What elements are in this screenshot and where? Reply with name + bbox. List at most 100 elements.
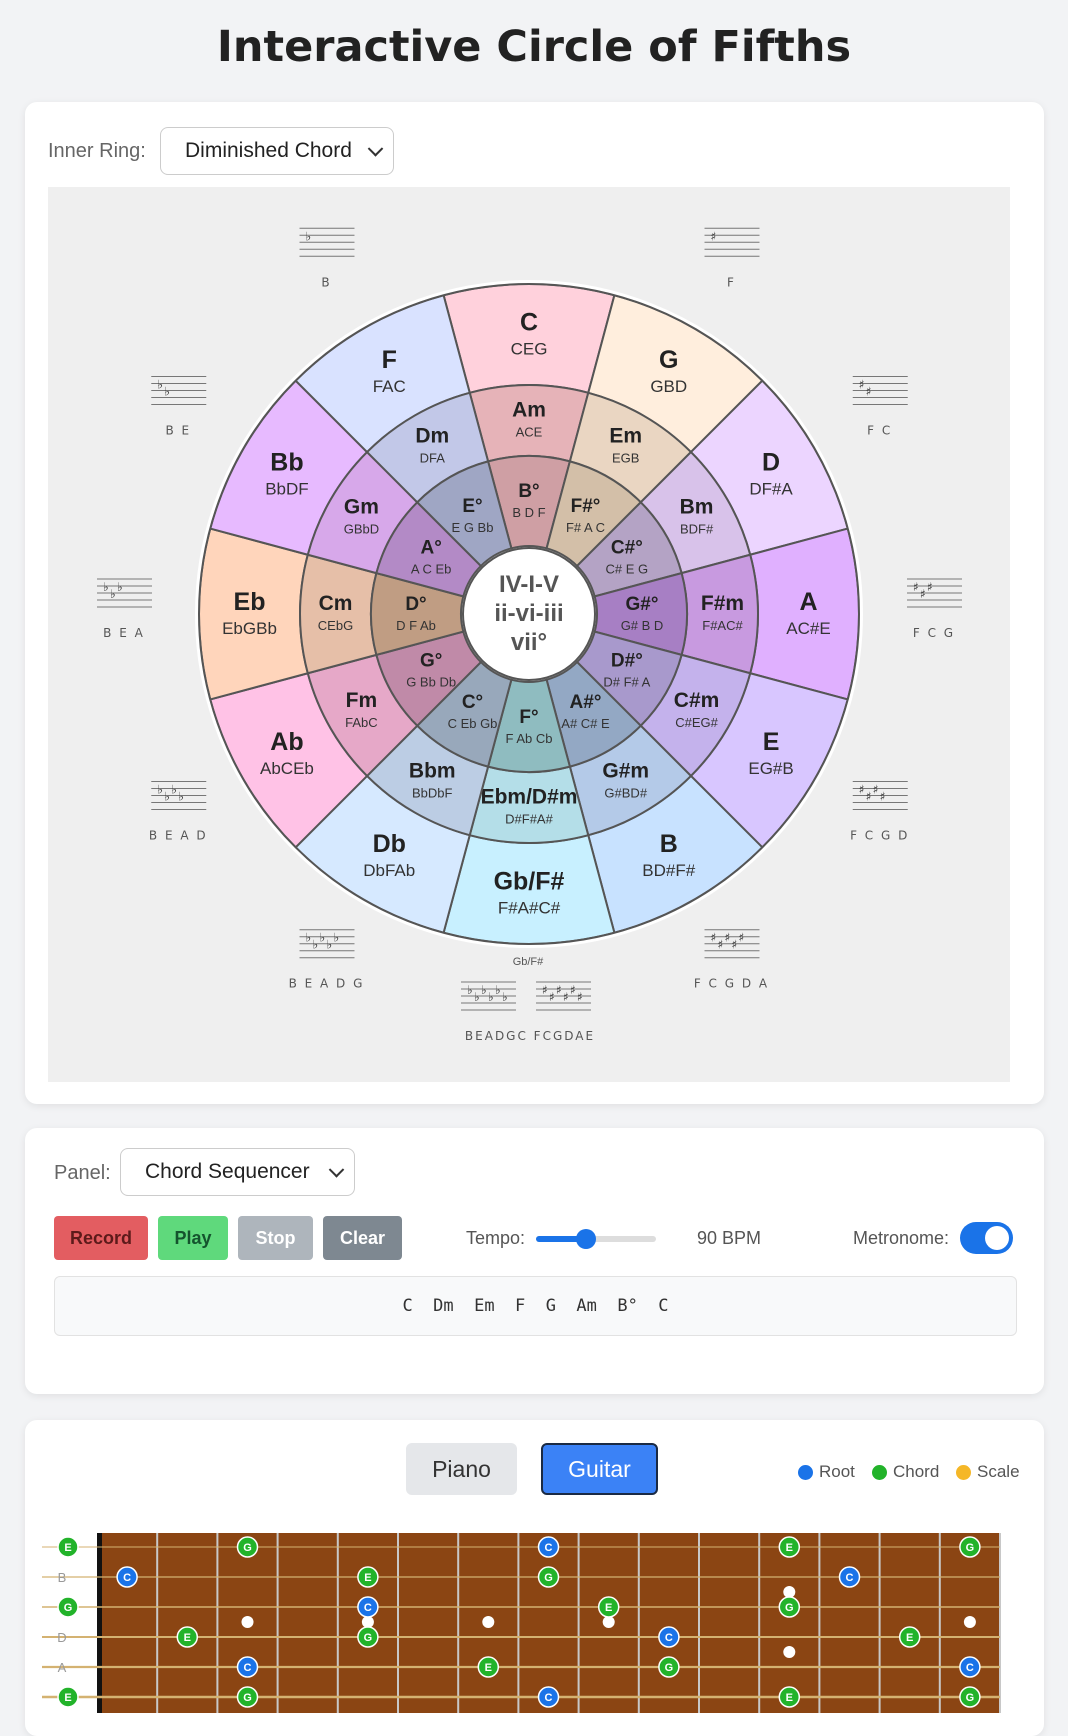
chord-name: F#° [571, 496, 601, 517]
fret-note[interactable]: E [778, 1686, 801, 1708]
inner-ring-select[interactable]: Diminished Chord [160, 127, 394, 175]
record-button[interactable]: Record [54, 1216, 148, 1260]
chord-name: Fm [346, 689, 378, 712]
panel-select-value: Chord Sequencer [145, 1160, 310, 1183]
chord-notes: FAC [373, 377, 406, 396]
chord-name: C#m [674, 689, 720, 712]
key-signature-label: B E A D G [289, 977, 365, 991]
chord-notes: EGB [612, 450, 639, 465]
chord-notes: E G Bb [452, 520, 494, 535]
chord-name: Bbm [409, 760, 456, 783]
sharp-icon: ♯ [542, 983, 548, 997]
fret-note[interactable]: E [57, 1536, 79, 1558]
fret-note[interactable]: G [236, 1686, 259, 1708]
string-label: A [58, 1660, 67, 1675]
legend-chord-label: Chord [893, 1462, 940, 1481]
fret-note-label: C [364, 1602, 372, 1614]
fret-note[interactable]: C [116, 1566, 138, 1588]
fret-note-label: C [123, 1572, 131, 1584]
chord-name: E° [462, 496, 482, 517]
tempo-slider-thumb[interactable] [576, 1229, 597, 1249]
chord-name: Gm [344, 495, 379, 518]
chord-notes: BbDbF [412, 786, 453, 801]
chord-sequence-text: C Dm Em F G Am B° C [402, 1296, 669, 1316]
piano-tab-button[interactable]: Piano [406, 1443, 517, 1495]
fret-note-label: E [485, 1662, 492, 1674]
chord-notes: A# C# E [561, 716, 610, 731]
key-signature-label: B E [165, 424, 191, 438]
key-signature: ♭ ♭ B E [151, 376, 207, 438]
fret-note[interactable]: E [176, 1626, 199, 1648]
scale-dot-icon [956, 1464, 971, 1480]
chord-name: A° [420, 538, 441, 559]
outer-segment[interactable] [442, 282, 616, 395]
sharp-icon: ♯ [866, 385, 872, 399]
chord-name: F [382, 346, 397, 374]
chord-notes: EbGBb [222, 619, 277, 638]
middle-segment[interactable] [468, 384, 590, 463]
tempo-slider[interactable] [536, 1229, 656, 1249]
fret-note[interactable]: C [658, 1626, 680, 1648]
fret-note[interactable]: C [537, 1686, 560, 1708]
chevron-down-icon [328, 1162, 345, 1178]
chord-notes: C# E G [606, 562, 649, 577]
fret-note-label: E [64, 1692, 71, 1704]
inner-ring-select-value: Diminished Chord [185, 139, 352, 162]
fret-note[interactable]: C [357, 1596, 379, 1618]
fret-inlay [241, 1616, 254, 1628]
fret-note-label: G [966, 1542, 975, 1554]
fret-note[interactable]: G [959, 1536, 981, 1558]
fret-note[interactable]: G [778, 1596, 801, 1618]
flat-icon: ♭ [320, 931, 326, 945]
guitar-tab-button[interactable]: Guitar [541, 1443, 658, 1495]
fret-note[interactable]: G [57, 1596, 79, 1618]
fret-note[interactable]: E [597, 1596, 620, 1618]
fret-note[interactable]: E [898, 1626, 921, 1648]
metronome-toggle[interactable] [960, 1222, 1013, 1254]
clear-button[interactable]: Clear [323, 1216, 402, 1260]
chord-name: A [799, 588, 817, 616]
chord-notes: FAbC [345, 715, 378, 730]
panel-select[interactable]: Chord Sequencer [120, 1148, 355, 1196]
key-signature-label: F C G [913, 626, 955, 640]
chord-notes: ACE [516, 425, 543, 440]
chord-name: F° [519, 707, 538, 728]
fret-note-label: C [966, 1662, 974, 1674]
fret-note[interactable]: G [357, 1626, 379, 1648]
chord-name: G [659, 346, 678, 374]
flat-icon: ♭ [495, 983, 501, 997]
chord-name: C° [462, 692, 483, 713]
fret-note[interactable]: G [658, 1656, 680, 1678]
fret-note[interactable]: C [838, 1566, 861, 1588]
flat-icon: ♭ [164, 385, 170, 399]
fret-note[interactable]: G [959, 1686, 981, 1708]
play-button[interactable]: Play [158, 1216, 228, 1260]
flat-icon: ♭ [103, 580, 109, 594]
fret-note[interactable]: C [959, 1656, 981, 1678]
key-signature: ♭B [299, 227, 355, 289]
sharp-icon: ♯ [563, 990, 569, 1004]
stop-button[interactable]: Stop [238, 1216, 313, 1260]
fret-note[interactable]: E [357, 1566, 379, 1588]
fret-note[interactable]: G [537, 1566, 560, 1588]
fret-note-label: G [966, 1692, 975, 1704]
chord-notes: G#BD# [604, 786, 647, 801]
flat-icon: ♭ [334, 931, 340, 945]
center-progression-text: IV-I-V [499, 571, 559, 598]
legend-scale: Scale [956, 1462, 1020, 1482]
chord-notes: DFA [420, 450, 446, 465]
fret-inlay [482, 1616, 495, 1628]
metronome-label: Metronome: [853, 1228, 950, 1248]
fret-note[interactable]: E [57, 1686, 79, 1708]
gbfs-caption: Gb/F# [513, 956, 544, 968]
nut [97, 1533, 102, 1713]
sharp-icon: ♯ [859, 378, 865, 392]
fret-note[interactable]: C [236, 1656, 259, 1678]
fret-note[interactable]: E [778, 1536, 801, 1558]
key-signature: ♯ ♯ ♯ ♯ ♯ ♯ [536, 981, 591, 1011]
fret-note[interactable]: E [477, 1656, 500, 1678]
legend-chord: Chord [872, 1462, 939, 1482]
fret-note[interactable]: G [236, 1536, 259, 1558]
chord-notes: AC#E [786, 619, 830, 638]
fret-note[interactable]: C [537, 1536, 560, 1558]
